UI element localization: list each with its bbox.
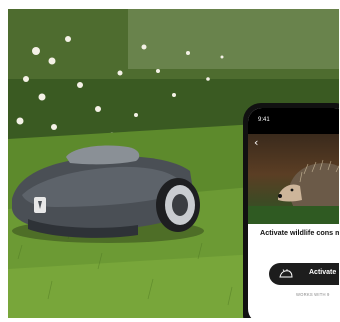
activate-label: Activate (309, 269, 337, 276)
product-photo: 9:41 ‹ Activate wildlife cons mode (8, 9, 339, 318)
hedgehog-illustration (248, 159, 339, 224)
hedgehog-photo: ‹ (248, 134, 339, 224)
activate-button[interactable]: Activate (269, 263, 339, 285)
back-button[interactable]: ‹ (254, 136, 258, 149)
status-bar: 9:41 (248, 108, 339, 134)
mode-title: Activate wildlife cons mode (260, 228, 339, 237)
rear-wheel (156, 178, 200, 232)
works-with-text: WORKS WITH 9 (296, 292, 330, 297)
hedgehog-icon (279, 269, 293, 278)
phone-screen: 9:41 ‹ Activate wildlife cons mode (248, 108, 339, 318)
status-time: 9:41 (258, 117, 270, 123)
